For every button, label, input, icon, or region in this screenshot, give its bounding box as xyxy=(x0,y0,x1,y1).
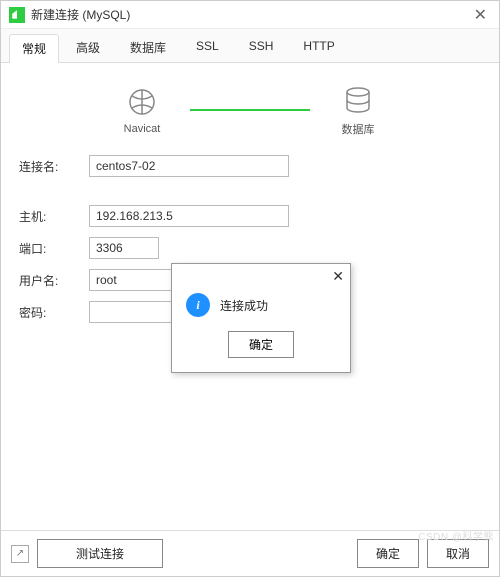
tab-database[interactable]: 数据库 xyxy=(117,33,179,62)
ok-button[interactable]: 确定 xyxy=(357,539,419,568)
input-connection-name[interactable] xyxy=(89,155,289,177)
titlebar: 新建连接 (MySQL) ✕ xyxy=(1,1,499,29)
database-icon xyxy=(341,83,375,117)
diagram-database-label: 数据库 xyxy=(342,121,375,137)
label-connection-name: 连接名: xyxy=(19,158,79,175)
diagram-database-node: 数据库 xyxy=(318,83,398,137)
label-user: 用户名: xyxy=(19,272,79,289)
dialog-footer: 确定 xyxy=(172,331,350,372)
tab-ssl[interactable]: SSL xyxy=(183,33,232,62)
row-port: 端口: xyxy=(19,237,481,259)
label-password: 密码: xyxy=(19,304,79,321)
input-port[interactable] xyxy=(89,237,159,259)
row-host: 主机: xyxy=(19,205,481,227)
message-dialog: ✕ i 连接成功 确定 xyxy=(171,263,351,373)
tab-advanced[interactable]: 高级 xyxy=(63,33,113,62)
dialog-message: 连接成功 xyxy=(220,297,268,314)
app-icon xyxy=(9,7,25,23)
input-host[interactable] xyxy=(89,205,289,227)
window-close-icon[interactable]: ✕ xyxy=(470,5,491,25)
diagram-navicat-node: Navicat xyxy=(102,85,182,135)
tab-http[interactable]: HTTP xyxy=(290,33,347,62)
dialog-header: ✕ xyxy=(172,264,350,289)
footer-options-icon[interactable]: ↗ xyxy=(11,545,29,563)
dialog-close-icon[interactable]: ✕ xyxy=(332,268,344,285)
window-title: 新建连接 (MySQL) xyxy=(31,6,470,23)
row-connection-name: 连接名: xyxy=(19,155,481,177)
dialog-body: i 连接成功 xyxy=(172,289,350,331)
connection-diagram: Navicat 数据库 xyxy=(19,75,481,155)
test-connection-button[interactable]: 测试连接 xyxy=(37,539,163,568)
navicat-icon xyxy=(125,85,159,119)
label-port: 端口: xyxy=(19,240,79,257)
tab-general[interactable]: 常规 xyxy=(9,34,59,63)
tab-ssh[interactable]: SSH xyxy=(236,33,287,62)
tab-bar: 常规 高级 数据库 SSL SSH HTTP xyxy=(1,29,499,63)
label-host: 主机: xyxy=(19,208,79,225)
cancel-button[interactable]: 取消 xyxy=(427,539,489,568)
diagram-navicat-label: Navicat xyxy=(124,123,161,135)
footer-bar: ↗ 测试连接 确定 取消 xyxy=(1,530,499,576)
content-area: Navicat 数据库 连接名: 主机: 端口: 用户名: xyxy=(1,63,499,530)
dialog-ok-button[interactable]: 确定 xyxy=(228,331,294,358)
info-icon: i xyxy=(186,293,210,317)
diagram-connection-line xyxy=(190,109,310,111)
